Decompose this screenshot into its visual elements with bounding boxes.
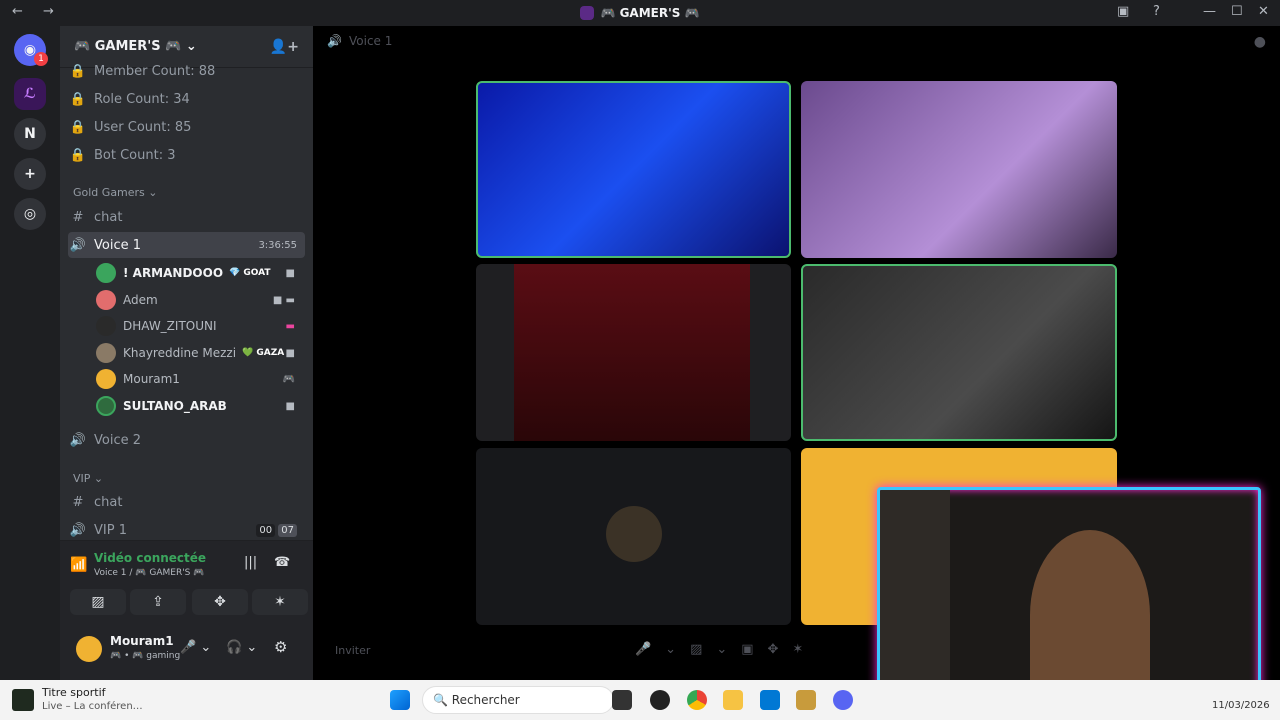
- task-view-icon[interactable]: [612, 690, 632, 710]
- stat-user-count[interactable]: 🔒 User Count: 85: [68, 114, 305, 140]
- voice-timer: 3:36:55: [258, 239, 297, 251]
- signal-icon: 📶: [70, 557, 88, 573]
- close-button[interactable]: ✕: [1258, 4, 1269, 19]
- server-n-icon[interactable]: N: [14, 118, 46, 150]
- maximize-button[interactable]: ☐: [1231, 4, 1243, 19]
- activity-icon: ▬: [285, 320, 295, 332]
- league-of-legends-icon[interactable]: [796, 690, 816, 710]
- hash-icon: #: [72, 494, 84, 510]
- headphones-icon[interactable]: 🎧 ⌄: [226, 640, 257, 655]
- explore-icon[interactable]: ◎: [14, 198, 46, 230]
- soundboard-button[interactable]: ✶: [252, 589, 308, 615]
- stat-bot-count[interactable]: 🔒 Bot Count: 3: [68, 142, 305, 168]
- widget-subtitle: Live – La conféren…: [42, 701, 143, 712]
- voice-member[interactable]: ! ARMANDOOO 💎 GOAT ■: [96, 261, 301, 285]
- video-tile[interactable]: [801, 81, 1117, 258]
- server-gamers-icon[interactable]: ℒ: [14, 78, 46, 110]
- windows-start-icon[interactable]: [390, 690, 410, 710]
- camera-icon: ■: [285, 347, 295, 359]
- streamer-webcam-overlay: [877, 487, 1261, 700]
- inbox-icon[interactable]: ▣: [1117, 4, 1129, 19]
- channel-vip-chat[interactable]: # chat: [68, 489, 305, 515]
- microphone-icon[interactable]: 🎤 ⌄: [180, 640, 211, 655]
- lock-icon: 🔒: [69, 119, 87, 135]
- hash-icon: #: [72, 209, 84, 225]
- avatar: [96, 263, 116, 283]
- video-tile[interactable]: [476, 448, 791, 625]
- video-tile[interactable]: [476, 81, 791, 258]
- camera-icon: ■: [285, 267, 295, 279]
- help-icon[interactable]: ?: [1153, 4, 1160, 19]
- add-server-icon[interactable]: +: [14, 158, 46, 190]
- speaker-icon: 🔊: [327, 34, 342, 48]
- user-name: Mouram1: [110, 634, 174, 648]
- app-icon[interactable]: [650, 690, 670, 710]
- noise-suppression-icon[interactable]: |||: [244, 555, 257, 570]
- activities-button[interactable]: ✥: [192, 589, 248, 615]
- lock-icon: 🔒: [69, 63, 87, 79]
- avatar: [96, 396, 116, 416]
- user-avatar[interactable]: [76, 636, 102, 662]
- camera-toggle-button[interactable]: ▨: [70, 589, 126, 615]
- chrome-icon[interactable]: [687, 690, 707, 710]
- server-list: ◉ 1 ℒ N + ◎: [0, 26, 60, 680]
- stat-member-count[interactable]: 🔒 Member Count: 88: [68, 58, 305, 84]
- lock-icon: 🔒: [69, 91, 87, 107]
- participant-avatar: [606, 506, 662, 562]
- file-explorer-icon[interactable]: [723, 690, 743, 710]
- camera-activity-icon: ■ ▬: [272, 294, 295, 306]
- voice-member[interactable]: DHAW_ZITOUNI ▬: [96, 314, 301, 338]
- camera-icon: ■: [285, 400, 295, 412]
- invite-people-icon[interactable]: 👤+: [270, 39, 299, 55]
- voice-member[interactable]: Adem ■ ▬: [96, 288, 301, 312]
- stat-role-count[interactable]: 🔒 Role Count: 34: [68, 86, 305, 112]
- avatar: [96, 290, 116, 310]
- news-widget-icon[interactable]: [12, 689, 34, 711]
- search-icon: 🔍: [433, 693, 448, 707]
- speaker-icon: 🔊: [69, 522, 87, 538]
- notification-badge: 1: [34, 52, 48, 66]
- gamepad-icon: 🎮: [282, 373, 295, 385]
- settings-gear-icon[interactable]: ⚙: [274, 638, 287, 656]
- voice-member[interactable]: Khayreddine Mezzi 💚 GAZA ■: [96, 341, 301, 365]
- user-panel: Mouram1 🎮 • 🎮 gaming 🎤 ⌄ 🎧 ⌄ ⚙: [60, 622, 313, 680]
- taskbar-search[interactable]: 🔍 Rechercher: [422, 686, 614, 714]
- server-icon: [580, 6, 595, 20]
- category-vip[interactable]: VIP ⌄: [73, 472, 103, 485]
- category-gold-gamers[interactable]: Gold Gamers ⌄: [73, 186, 158, 199]
- discord-icon[interactable]: [833, 690, 853, 710]
- title-bar: ← → 🎮 GAMER'S 🎮 ▣ ? — ☐ ✕: [0, 0, 1280, 26]
- voice-member[interactable]: Mouram1 🎮: [96, 367, 301, 391]
- channel-voice-2[interactable]: 🔊 Voice 2: [68, 427, 305, 453]
- video-tile[interactable]: [801, 264, 1117, 441]
- avatar: [96, 369, 116, 389]
- store-icon[interactable]: [760, 690, 780, 710]
- voice-member[interactable]: SULTANO_ARAB ■: [96, 394, 301, 418]
- channel-voice-1[interactable]: 🔊 Voice 1 3:36:55: [68, 232, 305, 258]
- widget-title[interactable]: Titre sportif: [42, 686, 106, 699]
- voice-connected-channel[interactable]: Voice 1 / 🎮 GAMER'S 🎮: [94, 568, 204, 578]
- channel-chat[interactable]: # chat: [68, 204, 305, 230]
- avatar: [96, 316, 116, 336]
- clock-date: 11/03/2026: [1212, 700, 1270, 711]
- invite-button[interactable]: Inviter: [335, 644, 370, 657]
- channel-title: Voice 1: [349, 34, 393, 48]
- voice-status-panel: 📶 Vidéo connectée Voice 1 / 🎮 GAMER'S 🎮 …: [60, 540, 313, 622]
- minimize-button[interactable]: —: [1203, 4, 1216, 19]
- video-tile[interactable]: [476, 264, 791, 441]
- speaker-icon: 🔊: [69, 237, 87, 253]
- avatar: [96, 343, 116, 363]
- streamer-figure: [1030, 530, 1150, 697]
- voice-connected-label: Vidéo connectée: [94, 551, 207, 565]
- window-title: 🎮 GAMER'S 🎮: [0, 6, 1280, 20]
- screen-share-button[interactable]: ⇪: [130, 589, 186, 615]
- user-status: 🎮 • 🎮 gaming: [110, 651, 181, 661]
- disconnect-icon[interactable]: ☎: [274, 555, 290, 570]
- windows-taskbar: Titre sportif Live – La conféren… 🔍 Rech…: [0, 680, 1280, 720]
- speaker-icon: 🔊: [69, 432, 87, 448]
- chat-bubble-icon[interactable]: ●: [1254, 34, 1266, 50]
- call-controls[interactable]: 🎤⌄▨⌄▣✥✶: [635, 642, 817, 657]
- lock-icon: 🔒: [69, 147, 87, 163]
